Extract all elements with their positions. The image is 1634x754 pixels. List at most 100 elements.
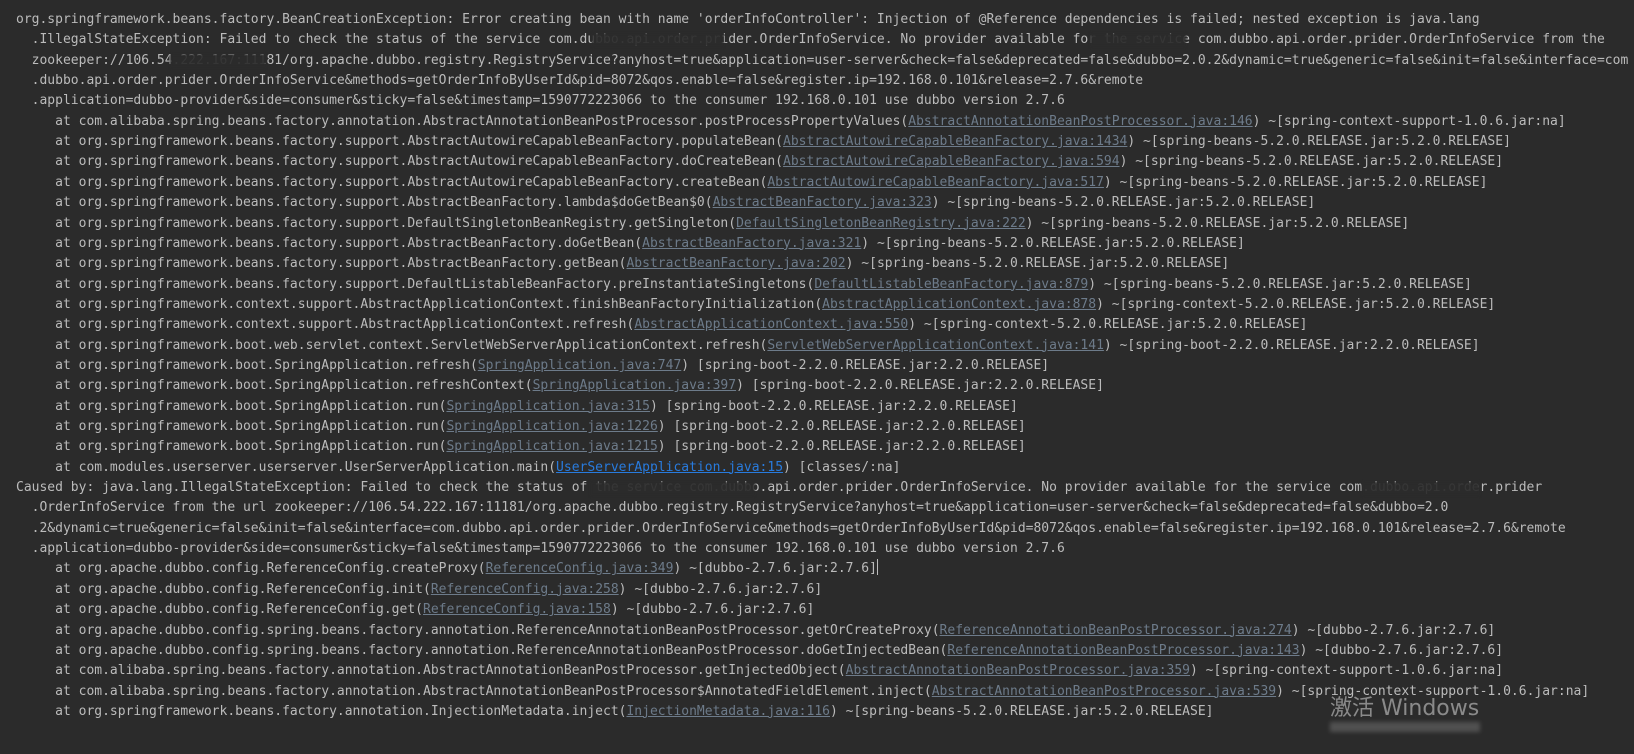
- console-text: at org.springframework.beans.factory.ann…: [16, 703, 627, 719]
- console-text: .IllegalStateException: Failed to check …: [16, 32, 1605, 48]
- console-text: at org.apache.dubbo.config.ReferenceConf…: [16, 602, 423, 618]
- source-link[interactable]: AbstractBeanFactory.java:323: [713, 195, 932, 210]
- console-line: at org.apache.dubbo.config.ReferenceConf…: [16, 580, 822, 600]
- source-link[interactable]: AbstractAutowireCapableBeanFactory.java:…: [783, 154, 1120, 169]
- console-line: at org.springframework.beans.factory.sup…: [16, 152, 1503, 172]
- console-text: at org.springframework.beans.factory.sup…: [16, 235, 643, 251]
- console-text: at org.springframework.beans.factory.sup…: [16, 134, 784, 150]
- console-text: ) ~[spring-beans-5.2.0.RELEASE.jar:5.2.0…: [845, 256, 1230, 272]
- console-text: at org.springframework.beans.factory.sup…: [16, 256, 627, 272]
- source-link[interactable]: ReferenceConfig.java:349: [486, 561, 674, 576]
- console-text: ) [spring-boot-2.2.0.RELEASE.jar:2.2.0.R…: [657, 419, 1026, 434]
- console-line: at org.springframework.beans.factory.sup…: [16, 234, 1245, 254]
- console-output[interactable]: org.springframework.beans.factory.BeanCr…: [0, 0, 1634, 754]
- console-text: at org.apache.dubbo.config.spring.beans.…: [16, 642, 948, 658]
- console-text: at org.springframework.context.support.A…: [16, 296, 823, 312]
- console-text: at org.springframework.beans.factory.sup…: [16, 195, 713, 211]
- console-line: at org.springframework.beans.factory.sup…: [16, 275, 1472, 295]
- source-link[interactable]: InjectionMetadata.java:116: [626, 704, 830, 719]
- console-line: at org.springframework.beans.factory.sup…: [16, 173, 1487, 193]
- console-line: at org.springframework.boot.SpringApplic…: [16, 437, 1026, 457]
- console-text: at org.springframework.context.support.A…: [16, 317, 635, 333]
- console-text: ) ~[dubbo-2.7.6.jar:2.7.6]: [610, 602, 815, 618]
- console-line: at com.alibaba.spring.beans.factory.anno…: [16, 112, 1566, 132]
- source-link[interactable]: ServletWebServerApplicationContext.java:…: [767, 338, 1104, 353]
- console-text: .2&dynamic=true&generic=false&init=false…: [16, 520, 1566, 536]
- console-text: ) ~[spring-beans-5.2.0.RELEASE.jar:5.2.0…: [931, 195, 1316, 211]
- source-link[interactable]: AbstractAnnotationBeanPostProcessor.java…: [908, 114, 1252, 129]
- console-text: at org.springframework.boot.SpringApplic…: [16, 398, 447, 414]
- source-link[interactable]: UserServerApplication.java:15: [556, 460, 783, 475]
- source-link[interactable]: AbstractApplicationContext.java:550: [634, 317, 908, 332]
- console-text: ) ~[dubbo-2.7.6.jar:2.7.6]: [1291, 622, 1496, 638]
- source-link[interactable]: SpringApplication.java:397: [533, 378, 737, 393]
- watermark-subtext: [1330, 722, 1480, 732]
- console-text: at org.springframework.beans.factory.sup…: [16, 215, 737, 231]
- source-link[interactable]: DefaultSingletonBeanRegistry.java:222: [736, 216, 1026, 231]
- console-text: at org.springframework.beans.factory.sup…: [16, 276, 815, 292]
- console-text: org.springframework.beans.factory.BeanCr…: [16, 12, 1480, 27]
- console-line: .OrderInfoService from the url zookeeper…: [16, 498, 1449, 518]
- source-link[interactable]: SpringApplication.java:1226: [446, 419, 657, 434]
- console-line: .application=dubbo-provider&side=consume…: [16, 91, 1065, 111]
- source-link[interactable]: ReferenceConfig.java:158: [423, 602, 611, 617]
- console-text: ) ~[spring-context-support-1.0.6.jar:na]: [1252, 113, 1566, 129]
- console-line: at org.springframework.boot.web.servlet.…: [16, 336, 1480, 356]
- console-line: at org.springframework.boot.SpringApplic…: [16, 417, 1026, 437]
- console-line: at org.springframework.beans.factory.sup…: [16, 214, 1409, 234]
- source-link[interactable]: AbstractAnnotationBeanPostProcessor.java…: [846, 663, 1190, 678]
- source-link[interactable]: AbstractBeanFactory.java:202: [626, 256, 845, 271]
- console-text: at org.apache.dubbo.config.ReferenceConf…: [16, 561, 486, 577]
- console-text: ) [spring-boot-2.2.0.RELEASE.jar:2.2.0.R…: [657, 439, 1026, 455]
- console-text: .dubbo.api.order.prider.OrderInfoService…: [16, 73, 1144, 89]
- console-line: at org.apache.dubbo.config.spring.beans.…: [16, 641, 1503, 661]
- console-text: at com.alibaba.spring.beans.factory.anno…: [16, 683, 932, 699]
- redaction-blur: [590, 482, 755, 496]
- console-text: .application=dubbo-provider&side=consume…: [16, 93, 1065, 109]
- source-link[interactable]: DefaultListableBeanFactory.java:879: [814, 277, 1088, 292]
- console-line: at org.springframework.boot.SpringApplic…: [16, 376, 1104, 396]
- console-text: .application=dubbo-provider&side=consume…: [16, 541, 1065, 557]
- console-text: at org.springframework.boot.SpringApplic…: [16, 357, 478, 373]
- console-text: at org.springframework.boot.SpringApplic…: [16, 439, 447, 455]
- source-link[interactable]: AbstractApplicationContext.java:878: [822, 297, 1096, 312]
- console-text: at com.alibaba.spring.beans.factory.anno…: [16, 113, 909, 129]
- source-link[interactable]: SpringApplication.java:315: [446, 399, 650, 414]
- console-text: at org.springframework.boot.SpringApplic…: [16, 419, 447, 434]
- console-text: at org.springframework.boot.web.servlet.…: [16, 337, 768, 353]
- console-text: ) ~[spring-beans-5.2.0.RELEASE.jar:5.2.0…: [1025, 215, 1410, 231]
- console-text: ) ~[spring-beans-5.2.0.RELEASE.jar:5.2.0…: [1127, 134, 1511, 150]
- console-line: at org.springframework.beans.factory.sup…: [16, 254, 1229, 274]
- console-text: ) ~[spring-context-5.2.0.RELEASE.jar:5.2…: [1096, 296, 1496, 312]
- source-link[interactable]: ReferenceAnnotationBeanPostProcessor.jav…: [940, 623, 1292, 638]
- console-line: at org.springframework.boot.SpringApplic…: [16, 356, 1049, 376]
- console-line: at org.springframework.beans.factory.ann…: [16, 702, 1214, 722]
- console-text: at org.springframework.beans.factory.sup…: [16, 174, 768, 190]
- windows-activation-watermark: 激活 Windows: [1330, 696, 1480, 721]
- console-text: ) ~[dubbo-2.7.6.jar:2.7.6]: [673, 561, 877, 577]
- console-text: at org.springframework.beans.factory.sup…: [16, 154, 784, 170]
- source-link[interactable]: ReferenceConfig.java:258: [431, 582, 619, 597]
- console-line: at org.springframework.boot.SpringApplic…: [16, 397, 1018, 417]
- console-line: at org.springframework.context.support.A…: [16, 315, 1307, 335]
- console-text: at org.apache.dubbo.config.spring.beans.…: [16, 622, 940, 638]
- source-link[interactable]: AbstractAutowireCapableBeanFactory.java:…: [767, 175, 1104, 190]
- source-link[interactable]: SpringApplication.java:747: [478, 358, 682, 373]
- console-text: ) ~[spring-beans-5.2.0.RELEASE.jar:5.2.0…: [1103, 174, 1488, 190]
- console-text: ) ~[spring-boot-2.2.0.RELEASE.jar:2.2.0.…: [1103, 337, 1480, 353]
- console-text: ) ~[spring-beans-5.2.0.RELEASE.jar:5.2.0…: [1088, 276, 1472, 292]
- source-link[interactable]: AbstractAutowireCapableBeanFactory.java:…: [783, 134, 1127, 149]
- console-text: at org.springframework.boot.SpringApplic…: [16, 378, 533, 394]
- console-line: at com.modules.userserver.userserver.Use…: [16, 458, 900, 478]
- console-text: .OrderInfoService from the url zookeeper…: [16, 500, 1449, 516]
- source-link[interactable]: SpringApplication.java:1215: [446, 439, 657, 454]
- source-link[interactable]: AbstractBeanFactory.java:321: [642, 236, 861, 251]
- source-link[interactable]: AbstractAnnotationBeanPostProcessor.java…: [932, 684, 1276, 699]
- console-line: at org.springframework.context.support.A…: [16, 295, 1495, 315]
- console-text: at org.apache.dubbo.config.ReferenceConf…: [16, 581, 431, 597]
- source-link[interactable]: ReferenceAnnotationBeanPostProcessor.jav…: [947, 643, 1299, 658]
- console-line: at org.springframework.beans.factory.sup…: [16, 193, 1315, 213]
- console-text: ) ~[spring-beans-5.2.0.RELEASE.jar:5.2.0…: [829, 703, 1214, 719]
- redaction-blur: [170, 54, 266, 68]
- console-text: ) ~[spring-beans-5.2.0.RELEASE.jar:5.2.0…: [1119, 154, 1504, 170]
